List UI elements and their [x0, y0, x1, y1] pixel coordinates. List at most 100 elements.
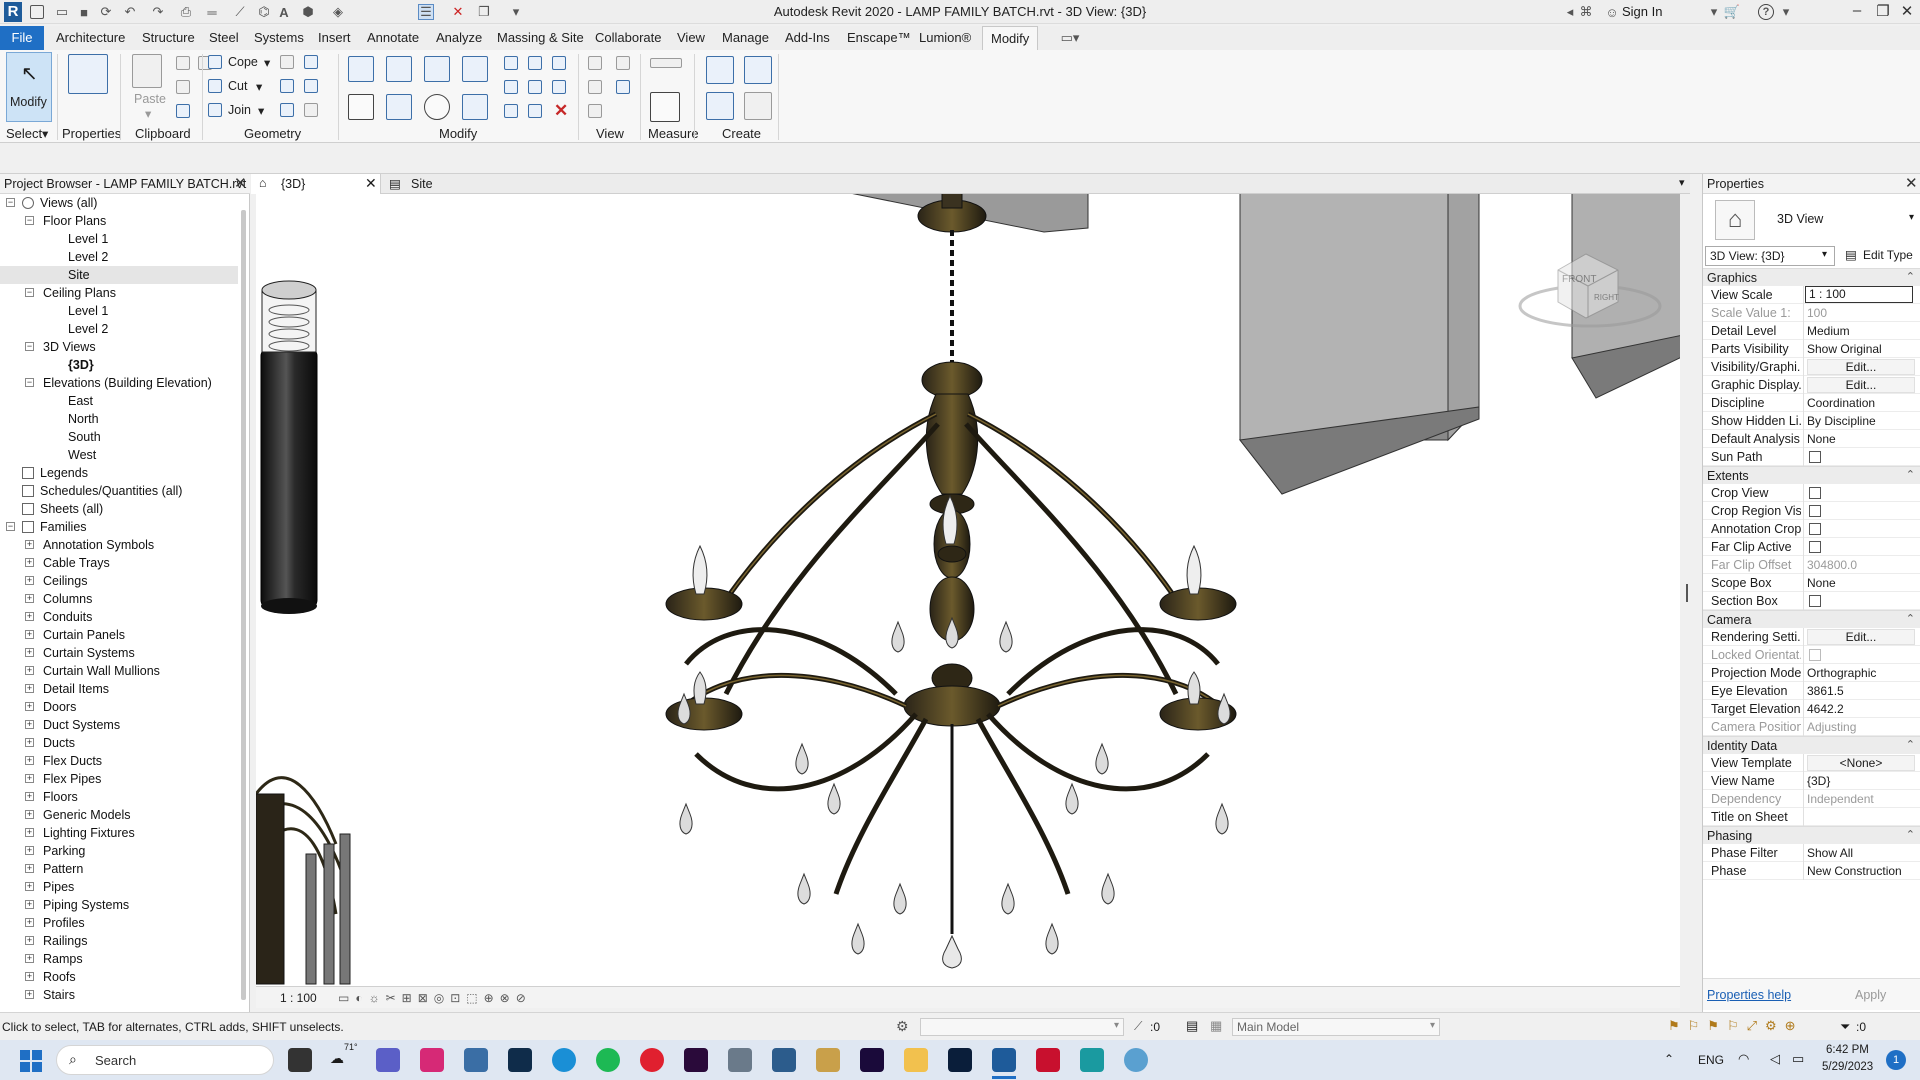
ribbon-minimize-icon[interactable]: ▭▾ — [1058, 30, 1082, 46]
notification-badge[interactable]: 1 — [1886, 1050, 1906, 1070]
spotify-icon[interactable] — [596, 1048, 620, 1072]
property-value[interactable]: {3D} — [1807, 774, 1915, 788]
properties-section-header[interactable]: Identity Data ⌃ — [1703, 736, 1920, 754]
language-indicator[interactable]: ENG — [1698, 1053, 1724, 1067]
workset-dropdown[interactable]: ▾ — [920, 1018, 1124, 1036]
property-value[interactable]: Medium — [1807, 324, 1915, 338]
create-similar-icon[interactable] — [744, 92, 772, 120]
property-edit-button[interactable]: Edit... — [1807, 359, 1915, 375]
tab-analyze[interactable]: Analyze — [436, 30, 482, 45]
scale-icon[interactable] — [528, 80, 542, 94]
view-scale-control[interactable]: 1 : 100 — [280, 991, 317, 1005]
model-canvas[interactable]: FRONT RIGHT — [256, 194, 1680, 986]
browser-item[interactable]: −3D Views — [0, 338, 238, 356]
collapse-icon[interactable]: − — [6, 198, 15, 207]
browser-item[interactable]: Site — [0, 266, 238, 284]
tab-modify[interactable]: Modify — [982, 26, 1039, 50]
file-explorer-icon[interactable] — [904, 1048, 928, 1072]
wall-joins-icon[interactable] — [280, 55, 294, 69]
browser-item[interactable]: Level 2 — [0, 320, 238, 338]
offset-icon[interactable] — [386, 56, 412, 82]
copy-icon[interactable] — [176, 80, 190, 94]
cart-icon[interactable]: 🛒 — [1724, 4, 1740, 20]
browser-item[interactable]: + Curtain Systems — [0, 644, 238, 662]
property-value[interactable]: None — [1807, 576, 1915, 590]
properties-icon[interactable] — [68, 54, 108, 94]
expand-icon[interactable]: + — [25, 666, 34, 675]
expand-icon[interactable]: + — [25, 918, 34, 927]
tab-annotate[interactable]: Annotate — [367, 30, 419, 45]
browser-item[interactable]: + Pattern — [0, 860, 238, 878]
rotate-icon[interactable] — [424, 94, 450, 120]
browser-item[interactable]: + Railings — [0, 932, 238, 950]
browser-item[interactable]: + Ramps — [0, 950, 238, 968]
view-icon-2[interactable] — [616, 56, 630, 70]
view-icon-3[interactable] — [588, 80, 602, 94]
view-tabs-menu-icon[interactable]: ▾ — [1679, 176, 1685, 189]
property-checkbox[interactable] — [1809, 523, 1821, 535]
browser-item[interactable]: Schedules/Quantities (all) — [0, 482, 238, 500]
tab-file[interactable]: File — [0, 26, 44, 50]
view-icon-1[interactable] — [588, 56, 602, 70]
cut-label[interactable]: Cut — [228, 79, 247, 93]
demolish-icon[interactable] — [280, 79, 294, 93]
select-panel-title[interactable]: Select — [6, 126, 42, 141]
expand-icon[interactable]: + — [25, 684, 34, 693]
property-value[interactable]: 3861.5 — [1807, 684, 1915, 698]
restore-icon[interactable]: ❐ — [1872, 2, 1894, 22]
tab-3d-view[interactable]: ⌂ {3D} ✕ — [251, 174, 381, 194]
properties-section-header[interactable]: Extents ⌃ — [1703, 466, 1920, 484]
collapse-icon[interactable]: − — [25, 216, 34, 225]
tab-view[interactable]: View — [677, 30, 705, 45]
browser-item[interactable]: + Floors — [0, 788, 238, 806]
opera-icon[interactable] — [640, 1048, 664, 1072]
tab-systems[interactable]: Systems — [254, 30, 304, 45]
expand-icon[interactable]: + — [25, 720, 34, 729]
measure-along-icon[interactable] — [650, 92, 680, 122]
browser-item[interactable]: + Pipes — [0, 878, 238, 896]
browser-item[interactable]: + Parking — [0, 842, 238, 860]
browser-item[interactable]: West — [0, 446, 238, 464]
collapse-section-icon[interactable]: ⌃ — [1906, 468, 1915, 481]
browser-item[interactable]: + Flex Pipes — [0, 770, 238, 788]
view-icon-5[interactable] — [588, 104, 602, 118]
project-browser-close-icon[interactable]: ✕ — [234, 174, 247, 192]
properties-section-header[interactable]: Camera ⌃ — [1703, 610, 1920, 628]
instance-selector[interactable]: 3D View: {3D} ▾ — [1705, 246, 1835, 266]
browser-item[interactable]: {3D} — [0, 356, 238, 374]
cut-dropdown-icon[interactable]: ▾ — [256, 79, 262, 94]
expand-icon[interactable]: + — [25, 864, 34, 873]
split-gap-icon[interactable] — [528, 56, 542, 70]
browser-item[interactable]: − Elevations (Building Elevation) — [0, 374, 238, 392]
cut-geometry-icon[interactable] — [208, 79, 222, 93]
tab-collaborate[interactable]: Collaborate — [595, 30, 662, 45]
worksharing-icon[interactable]: ⚙ — [896, 1018, 909, 1035]
browser-item[interactable]: South — [0, 428, 238, 446]
expand-icon[interactable]: + — [25, 882, 34, 891]
join-icon[interactable] — [208, 103, 222, 117]
pin-icon[interactable] — [552, 80, 566, 94]
window-close-icon[interactable]: ✕ — [1896, 2, 1918, 22]
property-value[interactable]: New Construction — [1807, 864, 1915, 878]
properties-help-link[interactable]: Properties help — [1707, 988, 1791, 1002]
browser-item[interactable]: + Conduits — [0, 608, 238, 626]
viewcube-right-label[interactable]: RIGHT — [1594, 293, 1619, 302]
weather-icon[interactable]: ☁ — [330, 1050, 344, 1067]
browser-item[interactable]: + Ceilings — [0, 572, 238, 590]
properties-button-label[interactable]: Properties — [62, 126, 121, 141]
view-control-icons[interactable]: ▭◐☼✂⊞⊠◎⊡⬚⊕⊗⊘ — [338, 991, 532, 1005]
cope-icon[interactable] — [208, 55, 222, 69]
property-value[interactable]: Coordination — [1807, 396, 1915, 410]
expand-icon[interactable]: + — [25, 810, 34, 819]
browser-item[interactable]: + Duct Systems — [0, 716, 238, 734]
browser-item[interactable]: + Generic Models — [0, 806, 238, 824]
property-value[interactable]: None — [1807, 432, 1915, 446]
create-assembly-icon[interactable] — [706, 56, 734, 84]
clock-time[interactable]: 6:42 PM — [1826, 1044, 1869, 1056]
design-options-icon[interactable]: ▤ — [1186, 1018, 1198, 1034]
split-face-icon[interactable] — [304, 55, 318, 69]
browser-item[interactable]: + Annotation Symbols — [0, 536, 238, 554]
browser-item[interactable]: + Ducts — [0, 734, 238, 752]
3d-viewport[interactable]: FRONT RIGHT — [256, 194, 1680, 986]
battery-icon[interactable]: ▭ — [1792, 1051, 1804, 1067]
